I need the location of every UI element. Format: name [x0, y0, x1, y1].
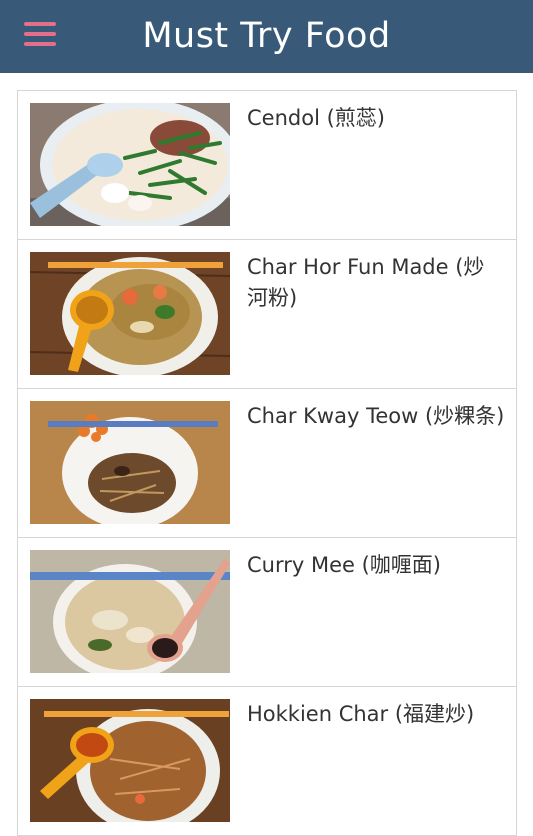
- food-photo-char-hor-fun: [30, 252, 230, 375]
- list-item[interactable]: Cendol (煎蕊): [18, 91, 516, 240]
- food-list: Cendol (煎蕊) Char Hor Fun Made (炒河粉) Char…: [17, 90, 517, 836]
- food-photo-curry-mee: [30, 550, 230, 673]
- food-name: Char Kway Teow (炒粿条): [247, 404, 505, 428]
- list-item[interactable]: Curry Mee (咖喱面): [18, 538, 516, 687]
- app-header: Must Try Food: [0, 0, 533, 73]
- food-name: Hokkien Char (福建炒): [247, 702, 475, 726]
- list-item[interactable]: Char Kway Teow (炒粿条): [18, 389, 516, 538]
- food-name: Char Hor Fun Made (炒河粉): [247, 255, 485, 310]
- food-name: Cendol (煎蕊): [247, 106, 385, 130]
- list-item[interactable]: Char Hor Fun Made (炒河粉): [18, 240, 516, 389]
- food-photo-hokkien-char: [30, 699, 230, 822]
- food-name: Curry Mee (咖喱面): [247, 553, 441, 577]
- list-item[interactable]: Hokkien Char (福建炒): [18, 687, 516, 836]
- food-photo-cendol: [30, 103, 230, 226]
- food-photo-char-kway-teow: [30, 401, 230, 524]
- page-title: Must Try Food: [142, 16, 391, 56]
